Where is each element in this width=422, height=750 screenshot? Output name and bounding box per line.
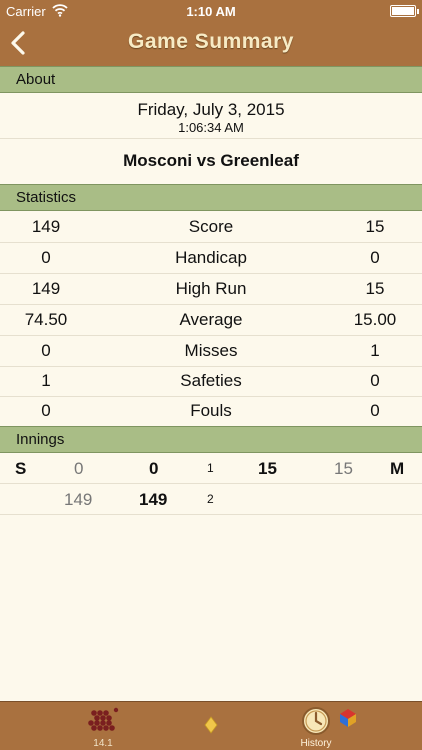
match-title: Mosconi vs Greenleaf xyxy=(123,151,299,170)
tab-label: History xyxy=(300,738,332,749)
stat-row: 149 Score 15 xyxy=(0,212,422,243)
stat-row: 149 High Run 15 xyxy=(0,274,422,305)
stat-row: 1 Safeties 0 xyxy=(0,366,422,397)
stat-right-value: 15 xyxy=(365,217,385,236)
stat-row: 0 Fouls 0 xyxy=(0,396,422,427)
diamond-icon xyxy=(204,716,218,734)
stat-row: 74.50 Average 15.00 xyxy=(0,305,422,336)
page-title: Game Summary xyxy=(128,30,294,53)
battery-icon xyxy=(390,5,419,17)
navigation-bar: Game Summary xyxy=(0,22,422,66)
stat-right-value: 15 xyxy=(365,279,385,298)
stat-right-value: 1 xyxy=(370,341,380,360)
stat-right-value: 0 xyxy=(370,401,380,420)
stat-right-value: 0 xyxy=(370,371,380,390)
colored-gem-icon xyxy=(340,709,356,727)
section-header-innings: Innings xyxy=(0,426,422,453)
game-datetime: Friday, July 3, 2015 1:06:34 AM xyxy=(0,95,422,139)
stat-row: 0 Handicap 0 xyxy=(0,243,422,274)
stat-right-value: 15.00 xyxy=(353,310,397,329)
right-running-total: 15 xyxy=(258,459,277,478)
inning-row: S 0 0 1 15 15 M xyxy=(0,454,422,484)
stat-right-value: 0 xyxy=(370,248,380,267)
right-inning-points: 15 xyxy=(334,459,353,478)
tab-label: 14.1 xyxy=(93,738,113,749)
right-player-tag: M xyxy=(390,459,405,478)
tab-14-1[interactable]: 14.1 xyxy=(48,702,158,750)
left-running-total: 149 xyxy=(139,490,168,509)
inning-number: 2 xyxy=(207,492,214,506)
tab-bar: 14.1 History xyxy=(0,701,422,750)
left-running-total: 0 xyxy=(149,459,159,478)
section-header-statistics: Statistics xyxy=(0,184,422,211)
inning-number: 1 xyxy=(207,461,214,475)
game-time: 1:06:34 AM xyxy=(178,120,244,135)
left-inning-points: 149 xyxy=(64,490,93,509)
tab-diamond[interactable] xyxy=(156,702,266,750)
clock-time: 1:10 AM xyxy=(186,4,236,19)
rack-balls-icon xyxy=(88,707,119,731)
game-date: Friday, July 3, 2015 xyxy=(137,100,285,119)
left-inning-points: 0 xyxy=(74,459,84,478)
status-bar: Carrier 1:10 AM xyxy=(0,0,422,22)
clock-icon xyxy=(302,707,330,735)
stat-row: 0 Misses 1 xyxy=(0,336,422,367)
section-header-about: About xyxy=(0,66,422,93)
inning-row: 149 149 2 xyxy=(0,485,422,515)
left-player-tag: S xyxy=(15,459,27,478)
